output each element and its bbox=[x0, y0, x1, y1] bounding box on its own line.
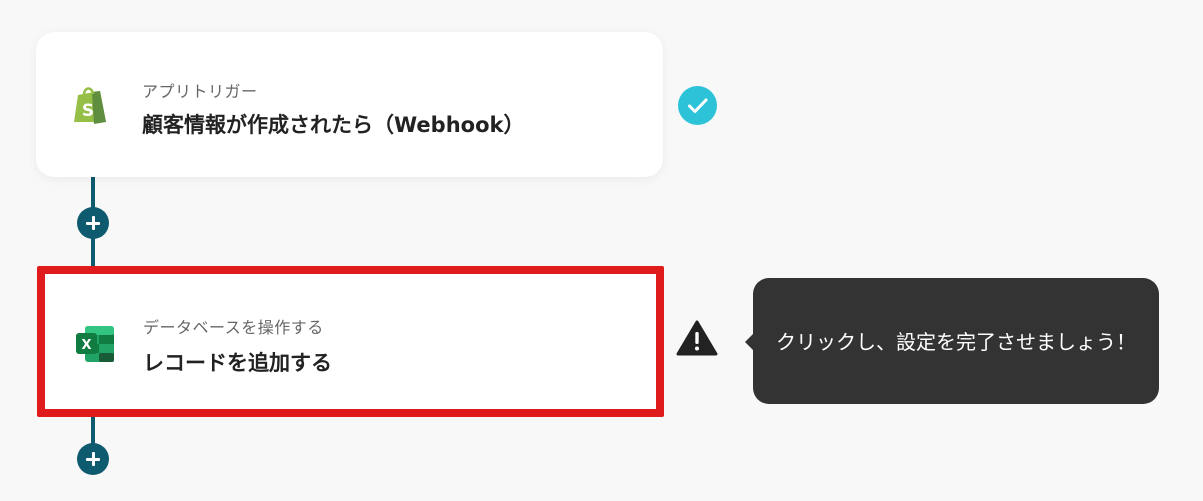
action-step-card[interactable]: X データベースを操作する レコードを追加する bbox=[37, 266, 664, 417]
excel-icon: X bbox=[76, 326, 114, 362]
checkmark-icon bbox=[688, 98, 708, 113]
svg-text:S: S bbox=[82, 101, 94, 121]
step-title: レコードを追加する bbox=[143, 351, 332, 375]
shopify-icon: S bbox=[74, 87, 106, 124]
step-category-label: データベースを操作する bbox=[143, 318, 324, 337]
step-category-label: アプリトリガー bbox=[142, 82, 258, 101]
warning-icon bbox=[676, 320, 718, 356]
trigger-step-card[interactable]: S アプリトリガー 顧客情報が作成されたら（Webhook） bbox=[36, 32, 663, 177]
add-step-button[interactable] bbox=[77, 443, 109, 475]
step-complete-badge bbox=[678, 86, 717, 125]
setup-hint-tooltip: クリックし、設定を完了させましょう！ bbox=[745, 278, 1159, 404]
step-title: 顧客情報が作成されたら（Webhook） bbox=[142, 113, 525, 137]
tooltip-text: クリックし、設定を完了させましょう！ bbox=[776, 330, 1136, 354]
add-step-button[interactable] bbox=[77, 207, 109, 239]
svg-text:X: X bbox=[81, 338, 91, 353]
